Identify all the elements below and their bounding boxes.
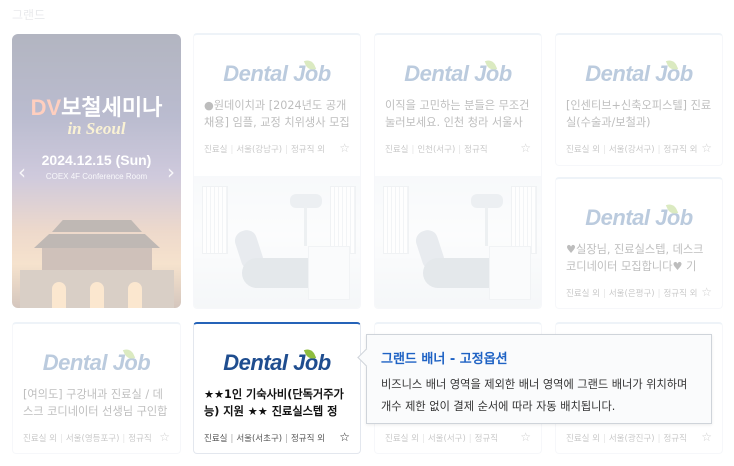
tooltip-title: 그랜드 배너 - 고정옵션 — [381, 352, 508, 367]
palace-roof — [34, 234, 160, 248]
palace-illustration — [52, 220, 142, 232]
job-meta: 진료실 외 | 서울(은평구) | 정규직 외 — [566, 289, 698, 299]
promo-date: 2024.12.15 (Sun) — [41, 152, 152, 168]
star-icon[interactable]: ☆ — [520, 430, 531, 444]
job-title: 이직을 고민하는 분들은 무조건 눌러보세요. 인천 청라 서울사인치... — [385, 99, 530, 129]
job-title: [여의도] 구강내과 진료실 / 데스크 코디네이터 선생님 구인합니다 — [23, 388, 168, 418]
job-meta: 진료실 | 인천(서구) | 정규직 — [385, 145, 488, 155]
job-card[interactable]: Dental Job 이직을 고민하는 분들은 무조건 눌러보세요. 인천 청라… — [374, 33, 542, 309]
star-icon[interactable]: ☆ — [339, 141, 350, 155]
grand-banner-tooltip: 그랜드 배너 - 고정옵션 비즈니스 배너 영역을 제외한 배너 영역에 그랜드… — [357, 334, 712, 424]
next-arrow-icon[interactable]: › — [167, 160, 175, 184]
promo-venue: COEX 4F Conference Room — [45, 172, 148, 181]
job-card[interactable]: Dental Job ♥실장님, 진료실스텝, 데스크코디네이터 모집합니다♥ … — [555, 177, 723, 309]
dental-job-logo: Dental Job — [556, 201, 722, 231]
dental-job-logo: Dental Job — [13, 346, 180, 376]
star-icon[interactable]: ☆ — [159, 430, 170, 444]
dental-job-logo: Dental Job — [194, 57, 360, 87]
palace-body — [42, 248, 152, 270]
palace-gate — [128, 282, 142, 308]
job-title: ●원데이치과 [2024년도 공개채용] 임플, 교정 치위생사 모집 (... — [204, 99, 350, 129]
palace-gate — [90, 282, 104, 308]
grand-banner-card[interactable]: Dental Job ★★1인 기숙사비(단독거주가능) 지원 ★★ 진료실스텝… — [193, 322, 361, 454]
promo-subtitle: in Seoul — [67, 119, 126, 138]
clinic-photo — [375, 176, 541, 308]
star-icon[interactable]: ☆ — [520, 141, 531, 155]
job-meta: 진료실 외 | 서울(강서구) | 정규직 외 — [566, 145, 698, 155]
star-icon[interactable]: ☆ — [701, 285, 712, 299]
job-title: ♥실장님, 진료실스텝, 데스크코디네이터 모집합니다♥ 기숙... — [566, 243, 704, 273]
job-card[interactable]: Dental Job [인센티브+신축오피스텔] 진료실(수술과/보철과) 진료… — [555, 33, 723, 166]
star-icon[interactable]: ☆ — [701, 430, 712, 444]
job-meta: 진료실 | 서울(서초구) | 정규직 외 — [204, 434, 325, 444]
dental-job-logo: Dental Job — [375, 57, 541, 87]
star-icon[interactable]: ☆ — [701, 141, 712, 155]
prev-arrow-icon[interactable]: ‹ — [18, 160, 26, 184]
tooltip-line: 비즈니스 배너 영역을 제외한 배너 영역에 그랜드 배너가 위치하며 — [381, 378, 688, 391]
job-card[interactable]: Dental Job ●원데이치과 [2024년도 공개채용] 임플, 교정 치… — [193, 33, 361, 309]
dental-job-logo: Dental Job — [194, 346, 360, 376]
job-meta: 진료실 외 | 서울(서구) | 정규직 — [385, 434, 499, 444]
tooltip-line: 개수 제한 없이 결제 순서에 따라 자동 배치됩니다. — [381, 400, 616, 413]
job-card[interactable]: Dental Job [여의도] 구강내과 진료실 / 데스크 코디네이터 선생… — [12, 322, 181, 454]
palace-gate — [52, 282, 66, 308]
seminar-promo-banner[interactable]: DV보철세미나 in Seoul 2024.12.15 (Sun) COEX 4… — [12, 34, 181, 308]
job-meta: 진료실 외 | 서울(광진구) | 정규직 — [566, 434, 687, 444]
job-meta: 진료실 외 | 서울(영등포구) | 정규직 — [23, 434, 152, 444]
star-icon[interactable]: ☆ — [339, 430, 350, 444]
clinic-photo — [194, 176, 360, 308]
dental-job-logo: Dental Job — [556, 57, 722, 87]
job-title: [인센티브+신축오피스텔] 진료실(수술과/보철과) — [566, 99, 712, 129]
tooltip-body: 비즈니스 배너 영역을 제외한 배너 영역에 그랜드 배너가 위치하며 개수 제… — [381, 374, 687, 418]
promo-headline: DV보철세미나 — [30, 95, 163, 120]
job-title: ★★1인 기숙사비(단독거주가능) 지원 ★★ 진료실스텝 정직... — [204, 388, 344, 418]
section-title: 그랜드 — [12, 8, 46, 22]
job-meta: 진료실 | 서울(강남구) | 정규직 외 — [204, 145, 325, 155]
